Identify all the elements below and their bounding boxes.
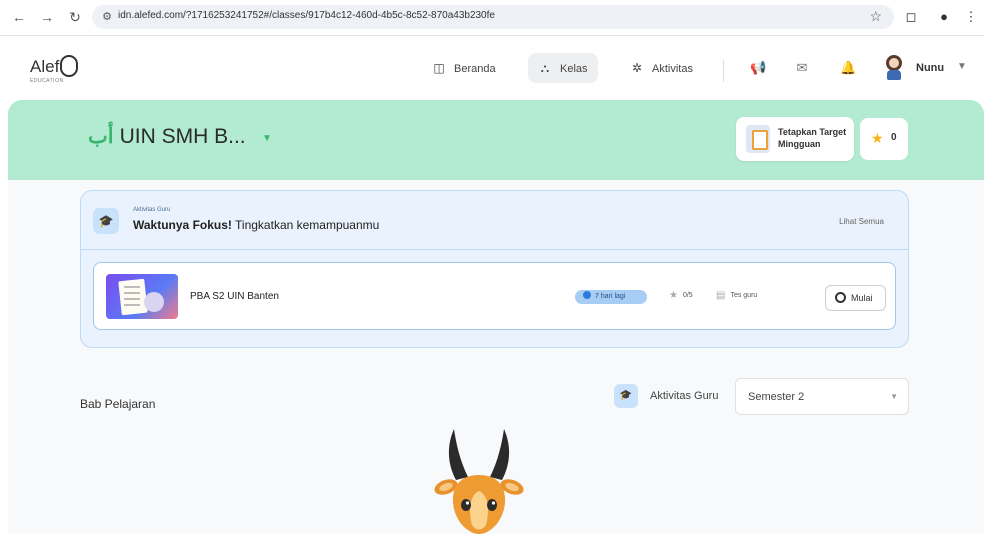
class-selector[interactable]: أب UIN SMH B... [88,124,246,149]
graduation-cap-icon: 🎓 [614,384,638,408]
extensions-icon[interactable]: ◻ [902,8,920,26]
lesson-title: PBA S2 UIN Banten [190,291,279,302]
teacher-activity-panel: 🎓 Aktivitas Guru Waktunya Fokus! Tingkat… [80,190,909,348]
url-text[interactable]: idn.alefed.com/?1716253241752#/classes/9… [118,10,495,21]
megaphone-icon[interactable]: 📢 [750,60,766,76]
bookmark-star-icon[interactable]: ☆ [869,8,882,25]
logo-text: Alef [30,57,60,76]
deer-mascot-illustration [434,429,524,534]
class-icon: ⛬ [540,61,550,75]
star-counter[interactable]: ★ 0 [860,118,908,160]
due-text: 7 hari lagi [595,293,626,300]
user-name[interactable]: Nunu [916,62,944,74]
alef-logo[interactable]: Alef [30,55,79,77]
teacher-activity-filter[interactable]: Aktivitas Guru [650,390,718,402]
activity-title-rest: Tingkatkan kemampuanmu [235,218,380,232]
book-icon: ◫ [433,61,445,75]
site-info-icon[interactable]: ⚙ [100,10,114,24]
star-icon: ★ [871,130,884,146]
play-icon [835,292,846,303]
class-arabic-prefix: أب [88,125,114,148]
semester-value: Semester 2 [748,391,805,403]
lesson-thumbnail [106,274,178,319]
activity-title-bold: Waktunya Fokus! [133,218,232,232]
type-text: Tes guru [730,292,758,299]
avatar[interactable] [884,53,904,81]
class-name: UIN SMH B... [119,125,246,148]
star-count: 0 [891,132,897,143]
lesson-card[interactable]: PBA S2 UIN Banten 7 hari lagi ★ 0/5 ▤ Tes … [93,262,896,330]
start-button[interactable]: Mulai [825,285,886,311]
class-banner: أب UIN SMH B... ▼ Tetapkan Target Minggua… [8,100,984,180]
back-icon[interactable]: ← [10,8,28,26]
nav-label: Beranda [454,63,496,75]
forward-icon[interactable]: → [38,8,56,26]
menu-icon[interactable]: ⋮ [962,8,980,26]
clock-icon [583,291,591,299]
class-chevron-down-icon[interactable]: ▼ [262,133,272,144]
activity-icon: ✲ [631,61,643,75]
mail-icon[interactable]: ✉ [794,60,810,76]
due-badge: 7 hari lagi [575,290,647,304]
header-divider [723,60,724,82]
nav-beranda[interactable]: ◫ Beranda [422,53,506,83]
nav-label: Kelas [560,63,588,75]
profile-icon[interactable]: ● [935,8,953,26]
browser-toolbar: ← → ↻ ⚙ idn.alefed.com/?1716253241752#/c… [0,0,984,36]
star-outline-icon: ★ [669,290,678,301]
address-bar[interactable]: ⚙ idn.alefed.com/?1716253241752#/classes… [92,5,894,29]
divider [81,249,908,250]
logo-subtitle: EDUCATION [30,78,64,84]
clipboard-icon [746,125,770,153]
weekly-target-label: Tetapkan Target Mingguan [778,127,847,149]
type-stat: ▤ Tes guru [716,290,757,301]
app-header: Alef EDUCATION ◫ Beranda ⛬ Kelas ✲ Aktivita… [0,37,984,100]
document-icon: ▤ [716,290,726,301]
see-all-link[interactable]: Lihat Semua [839,217,884,226]
semester-select[interactable]: Semester 2 ▼ [735,378,909,415]
weekly-target-button[interactable]: Tetapkan Target Mingguan [736,117,854,161]
nav-kelas[interactable]: ⛬ Kelas [528,53,598,83]
chevron-down-icon[interactable]: ▼ [957,61,967,72]
nav-label: Aktivitas [652,63,693,75]
score-text: 0/5 [682,292,693,299]
bell-icon[interactable]: 🔔 [840,60,856,76]
score-stat: ★ 0/5 [669,290,693,301]
chapters-title: Bab Pelajaran [80,397,156,411]
chevron-down-icon: ▼ [890,392,898,401]
nav-aktivitas[interactable]: ✲ Aktivitas [620,53,703,83]
activity-title: Waktunya Fokus! Tingkatkan kemampuanmu [133,218,379,232]
graduation-cap-icon: 🎓 [93,208,119,234]
activity-subtitle: Aktivitas Guru [133,207,171,213]
logo-mark-icon [60,55,79,77]
reload-icon[interactable]: ↻ [66,8,84,26]
start-label: Mulai [851,293,873,303]
